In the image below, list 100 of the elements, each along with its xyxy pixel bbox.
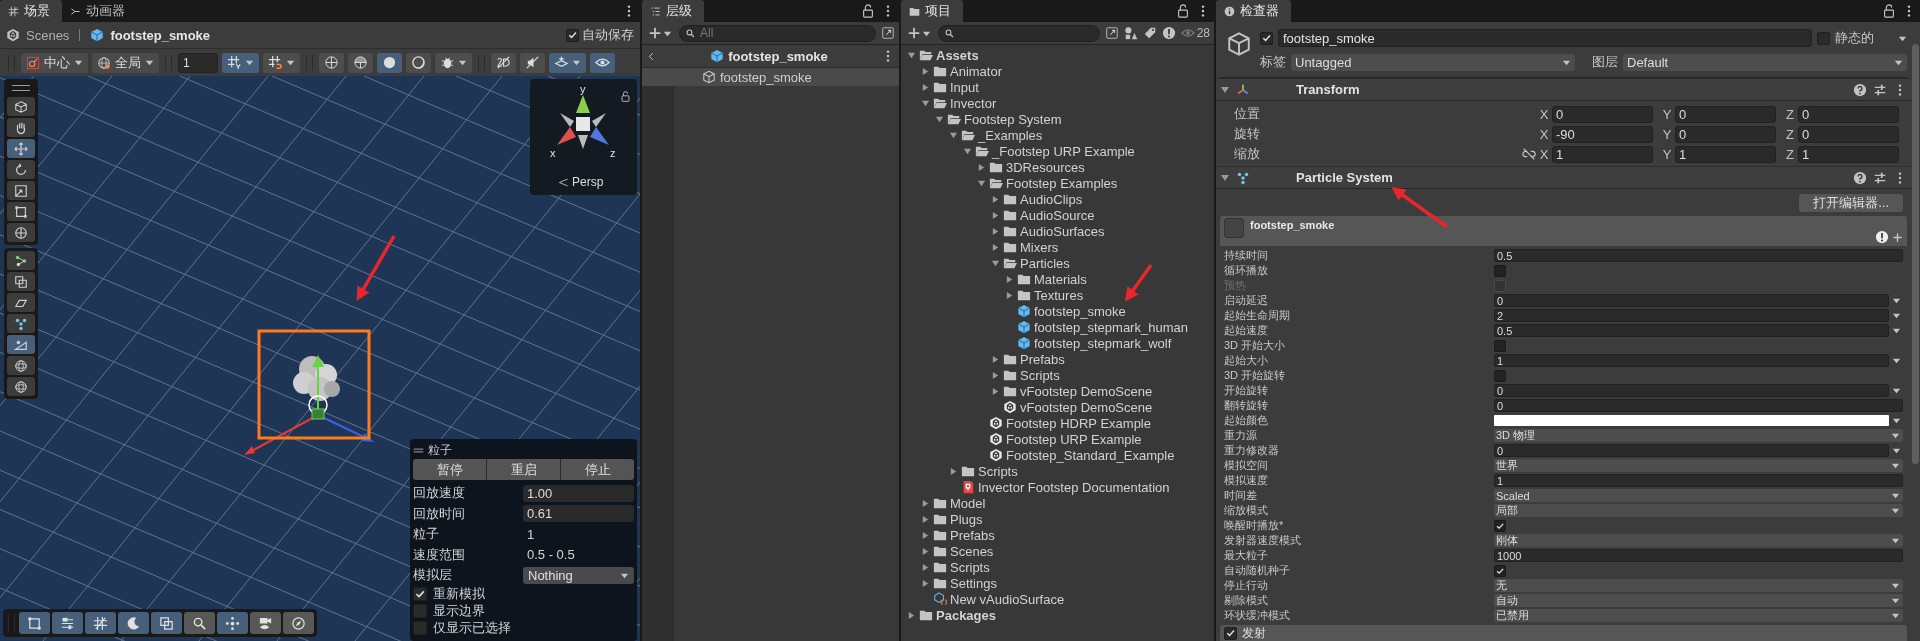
help-icon[interactable] [1853,82,1867,97]
disclosure-triangle[interactable] [921,514,930,524]
module-title[interactable]: 发射 [1242,624,1266,641]
overlay-toolbar-button[interactable] [85,612,116,634]
value-field[interactable]: 0 [1494,384,1889,397]
tree-item[interactable]: footstep_stepmark_human [1034,319,1188,335]
breadcrumb-item[interactable]: Scenes [26,27,70,43]
disclosure-triangle[interactable] [921,562,930,572]
layer-dropdown[interactable]: Nothing [523,566,634,584]
tool-button[interactable] [7,160,35,179]
toolbar-button[interactable] [549,52,586,73]
disclosure-triangle[interactable] [935,114,944,124]
toolbar-button[interactable] [263,52,300,73]
tag-dropdown[interactable]: Untagged [1291,53,1575,71]
toolbar-button[interactable] [319,52,344,73]
tree-item[interactable]: Packages [936,607,996,623]
toolbar-button[interactable] [520,52,545,73]
disclosure-triangle[interactable] [991,210,1000,220]
value-field[interactable]: 0 [1494,444,1889,457]
tool-button[interactable] [7,335,35,354]
tree-item[interactable]: Prefabs [1020,351,1065,367]
overlay-toolbar-button[interactable] [52,612,83,634]
value-field[interactable]: 1.00 [523,484,634,502]
disclosure-triangle[interactable] [991,226,1000,236]
tree-item[interactable]: _Footstep URP Example [992,143,1135,159]
disclosure-triangle[interactable] [921,66,930,76]
preset-sliders-icon[interactable] [1873,82,1887,97]
tree-item[interactable]: AudioClips [1020,191,1083,207]
auto-save-checkbox[interactable] [566,28,579,42]
tool-button[interactable] [7,118,35,137]
disclosure-triangle[interactable] [907,50,916,60]
tree-item[interactable]: Materials [1034,271,1087,287]
value-field[interactable]: 1000 [1494,549,1903,562]
disclosure-triangle[interactable] [921,578,930,588]
toolbar-button[interactable] [222,52,259,73]
tree-item[interactable]: footstep_smoke [1034,303,1126,319]
preset-sliders-icon[interactable] [1873,170,1887,185]
property-dropdown[interactable]: 世界 [1494,459,1903,472]
warning-icon[interactable] [1875,230,1889,244]
search-field[interactable] [938,24,1100,42]
layer-dropdown[interactable]: Default [1623,53,1907,71]
disclosure-triangle[interactable] [991,354,1000,364]
value-field[interactable]: 2 [1494,309,1889,322]
help-icon[interactable] [1853,170,1867,185]
tree-item[interactable]: Mixers [1020,239,1059,255]
disclosure-triangle[interactable] [1005,274,1014,284]
disclosure-triangle[interactable] [907,610,916,620]
tree-item[interactable]: Footstep URP Example [1006,431,1142,447]
property-checkbox[interactable] [1494,519,1506,532]
tree-item[interactable]: footstep_stepmark_wolf [1034,335,1172,351]
breadcrumb-item[interactable]: footstep_smoke [110,27,211,43]
toolbar-button[interactable] [348,52,373,73]
value-field[interactable]: 0 [1494,294,1889,307]
disclosure-triangle[interactable] [991,258,1000,268]
tree-item[interactable]: Input [950,79,979,95]
tool-button[interactable] [7,377,35,396]
tree-item[interactable]: Settings [950,575,997,591]
tree-item[interactable]: vFootstep DemoScene [1020,383,1153,399]
fold-triangle[interactable] [1220,172,1230,183]
tree-item[interactable]: Invector [950,95,997,111]
disclosure-triangle[interactable] [921,498,930,508]
property-dropdown[interactable]: 局部 [1494,504,1903,517]
hierarchy-item[interactable]: footstep_smoke [642,68,899,86]
tree-item[interactable]: AudioSource [1020,207,1095,223]
expand-icon[interactable] [881,26,895,40]
property-checkbox[interactable] [1494,264,1506,277]
static-checkbox[interactable] [1817,31,1830,45]
property-checkbox[interactable] [1494,369,1506,382]
panel-tab[interactable]: 层级 [642,0,704,22]
vector-field[interactable]: 1 [1798,145,1899,163]
unlinked-chain-icon[interactable] [1522,147,1536,161]
tree-item[interactable]: Assets [936,47,979,63]
disclosure-triangle[interactable] [977,162,986,172]
overlay-toolbar-button[interactable] [217,612,248,634]
property-dropdown[interactable]: 自动 [1494,594,1903,607]
tool-button[interactable] [7,251,35,270]
disclosure-triangle[interactable] [963,146,972,156]
tree-item[interactable]: Scripts [978,463,1018,479]
search-field[interactable]: All [679,24,876,42]
tree-item[interactable]: Plugs [950,511,983,527]
property-dropdown[interactable]: 已禁用 [1494,609,1903,622]
tool-button[interactable] [7,223,35,242]
overlay-toolbar-button[interactable] [283,612,314,634]
disclosure-triangle[interactable] [921,82,930,92]
toolbar-button[interactable] [406,52,431,73]
orientation-gizmo[interactable]: y x z Persp [530,79,637,195]
toolbar-button[interactable] [377,52,402,73]
tree-item[interactable]: Invector Footstep Documentation [978,479,1170,495]
tree-item[interactable]: Animator [950,63,1003,79]
grid-size-field[interactable]: 1 [178,52,218,73]
tool-button[interactable] [7,139,35,158]
disclosure-triangle[interactable] [1005,290,1014,300]
overlay-toolbar-button[interactable] [19,612,50,634]
vector-field[interactable]: 1 [1675,145,1776,163]
property-dropdown[interactable]: 3D 物理 [1494,429,1903,442]
active-checkbox[interactable] [1260,31,1273,45]
tree-item[interactable]: vFootstep DemoScene [1020,399,1153,415]
add-icon[interactable] [1892,231,1903,243]
fold-triangle[interactable] [1220,84,1230,95]
hidden-count[interactable]: 28 [1180,26,1210,40]
